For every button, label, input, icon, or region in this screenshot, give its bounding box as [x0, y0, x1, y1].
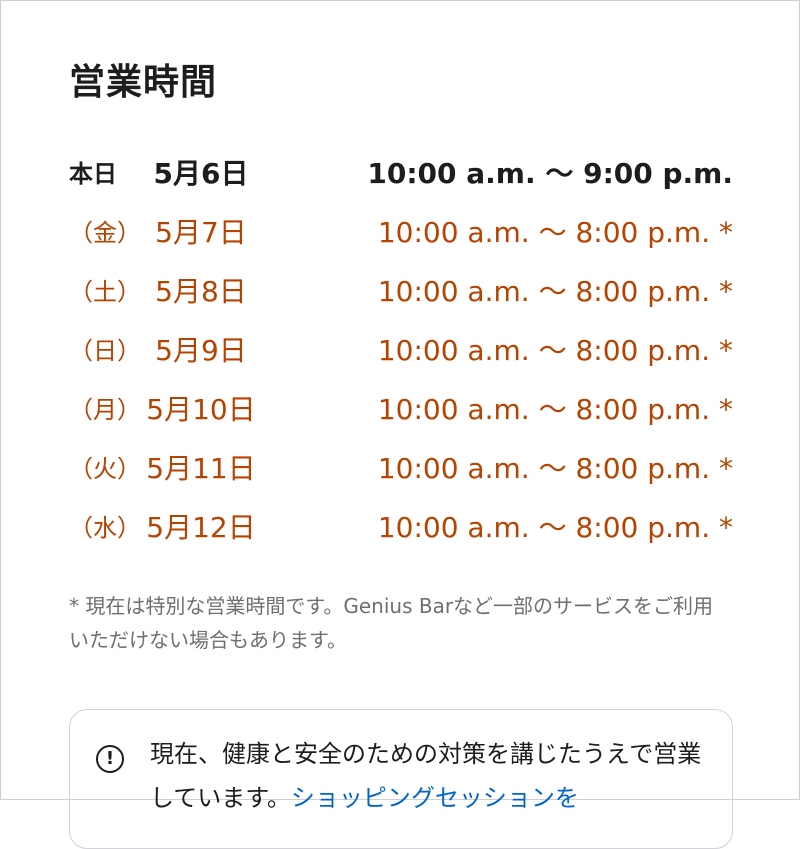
hours-row: （土） 5月8日 10:00 a.m. ～ 8:00 p.m. *: [69, 268, 733, 327]
hours-day: （日）: [69, 337, 141, 365]
hours-date: 5月8日: [155, 275, 247, 308]
hours-time: 10:00 a.m. ～ 8:00 p.m. *: [377, 334, 733, 367]
hours-day: （火）: [69, 455, 141, 483]
hours-date: 5月12日: [146, 511, 256, 544]
hours-row: （水） 5月12日 10:00 a.m. ～ 8:00 p.m. *: [69, 504, 733, 563]
hours-row: （火） 5月11日 10:00 a.m. ～ 8:00 p.m. *: [69, 445, 733, 504]
hours-date: 5月9日: [155, 334, 247, 367]
hours-row: （日） 5月9日 10:00 a.m. ～ 8:00 p.m. *: [69, 327, 733, 386]
hours-day: （金）: [69, 219, 141, 247]
shopping-session-link[interactable]: ショッピングセッションを: [291, 784, 579, 812]
hours-date: 5月11日: [146, 452, 256, 485]
hours-time: 10:00 a.m. ～ 8:00 p.m. *: [377, 216, 733, 249]
hours-row: （金） 5月7日 10:00 a.m. ～ 8:00 p.m. *: [69, 209, 733, 268]
hours-time: 10:00 a.m. ～ 8:00 p.m. *: [377, 275, 733, 308]
hours-time: 10:00 a.m. ～ 9:00 p.m.: [367, 157, 733, 190]
notice-text-block: 現在、健康と安全のための対策を講じたうえで営業しています。ショッピングセッション…: [150, 732, 710, 820]
hours-day: 本日: [69, 160, 117, 188]
hours-time: 10:00 a.m. ～ 8:00 p.m. *: [377, 511, 733, 544]
hours-row: （月） 5月10日 10:00 a.m. ～ 8:00 p.m. *: [69, 386, 733, 445]
hours-date: 5月10日: [146, 393, 256, 426]
hours-day: （土）: [69, 278, 141, 306]
hours-row-today: 本日 5月6日 10:00 a.m. ～ 9:00 p.m.: [69, 150, 733, 209]
hours-date: 5月7日: [155, 216, 247, 249]
hours-time: 10:00 a.m. ～ 8:00 p.m. *: [377, 393, 733, 426]
health-safety-notice: ! 現在、健康と安全のための対策を講じたうえで営業しています。ショッピングセッシ…: [69, 709, 733, 849]
page-title: 営業時間: [69, 62, 218, 103]
hours-time: 10:00 a.m. ～ 8:00 p.m. *: [377, 452, 733, 485]
hours-day: （月）: [69, 396, 141, 424]
hours-list: 本日 5月6日 10:00 a.m. ～ 9:00 p.m. （金） 5月7日 …: [69, 150, 733, 563]
hours-day: （水）: [69, 514, 141, 542]
special-hours-footnote: * 現在は特別な営業時間です。Genius Barなど一部のサービスをご利用いた…: [69, 594, 714, 652]
info-icon: !: [96, 745, 124, 773]
hours-date: 5月6日: [153, 157, 249, 190]
